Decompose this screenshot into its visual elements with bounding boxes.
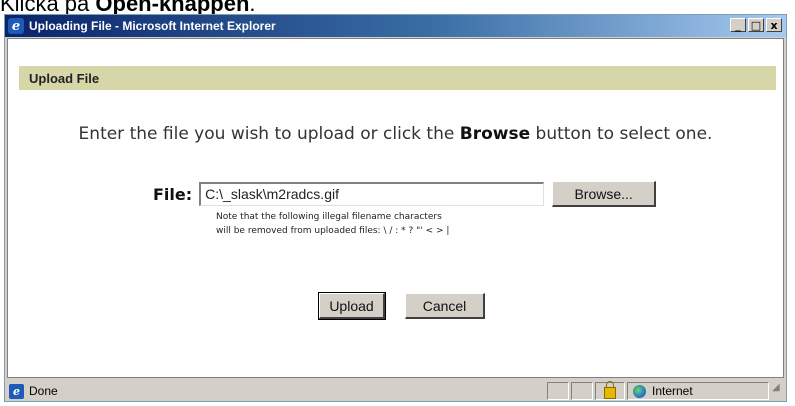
- title-bar[interactable]: e Uploading File - Microsoft Internet Ex…: [5, 15, 786, 37]
- zone-text: Internet: [652, 384, 693, 398]
- file-row: File: C:\_slask\m2radcs.gif Browse...: [153, 181, 657, 207]
- page-content: Upload File Enter the file you wish to u…: [7, 38, 784, 378]
- note-line-2: will be removed from uploaded files: \ /…: [216, 226, 450, 236]
- file-label: File:: [153, 184, 193, 204]
- status-panels: Internet ◢: [545, 381, 784, 400]
- cancel-button[interactable]: Cancel: [405, 293, 485, 319]
- upload-button[interactable]: Upload: [318, 292, 386, 320]
- status-bar: e Done Internet ◢: [7, 381, 784, 401]
- page-caption: Klicka på Open-knappen.: [0, 0, 256, 16]
- instruction-text-end: button to select one.: [530, 124, 713, 144]
- minimize-button[interactable]: _: [730, 18, 746, 32]
- upload-instruction: Enter the file you wish to upload or cli…: [8, 124, 783, 144]
- ie-icon[interactable]: e: [8, 18, 24, 34]
- browser-window: e Uploading File - Microsoft Internet Ex…: [4, 14, 787, 402]
- status-panel-1: [547, 382, 569, 400]
- action-buttons: Upload Cancel: [318, 292, 485, 320]
- note-line-1: Note that the following illegal filename…: [216, 212, 442, 222]
- close-button[interactable]: x: [766, 18, 782, 32]
- browse-button[interactable]: Browse...: [552, 181, 657, 207]
- security-panel: [595, 381, 625, 400]
- resize-grip-icon[interactable]: ◢: [772, 382, 784, 394]
- section-header-title: Upload File: [29, 70, 100, 86]
- page-done-icon: e: [9, 383, 24, 399]
- file-path-input[interactable]: C:\_slask\m2radcs.gif: [199, 182, 545, 206]
- status-text: Done: [29, 384, 58, 398]
- section-header: Upload File: [19, 66, 776, 90]
- window-controls: _ □ x: [728, 18, 782, 32]
- lock-icon: [604, 381, 616, 399]
- window-title: Uploading File - Microsoft Internet Expl…: [29, 19, 276, 33]
- instruction-text: Enter the file you wish to upload or cli…: [78, 124, 460, 144]
- illegal-characters-note: Note that the following illegal filename…: [216, 210, 449, 238]
- globe-icon: [633, 384, 646, 398]
- status-panel-2: [571, 382, 593, 400]
- instruction-bold: Browse: [459, 124, 531, 144]
- maximize-button[interactable]: □: [748, 18, 764, 32]
- zone-panel: Internet: [627, 382, 769, 400]
